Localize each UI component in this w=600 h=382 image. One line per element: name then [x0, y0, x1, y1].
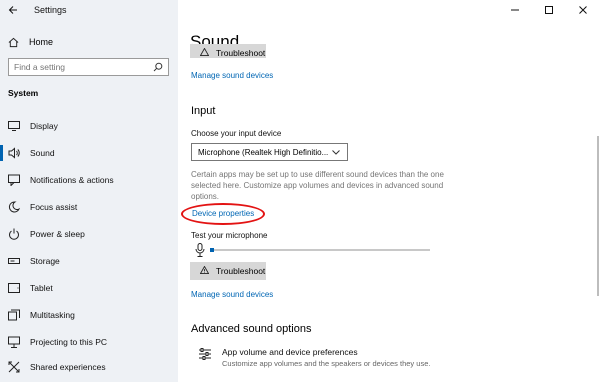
sidebar-item-label: Tablet [30, 283, 53, 293]
item-description: Customize app volumes and the speakers o… [222, 359, 431, 368]
back-arrow-icon [8, 6, 17, 14]
search-input[interactable] [14, 62, 149, 72]
speaker-icon [8, 147, 20, 159]
sidebar-item-display[interactable]: Display [0, 115, 178, 137]
sidebar-item-power-sleep[interactable]: Power & sleep [0, 223, 178, 245]
button-label: Troubleshoot [216, 266, 266, 276]
test-microphone-label: Test your microphone [191, 231, 268, 240]
choose-input-label: Choose your input device [191, 129, 282, 138]
sidebar-item-home[interactable]: Home [0, 32, 178, 52]
storage-icon [8, 255, 20, 267]
scrollbar[interactable] [597, 136, 599, 296]
item-title: App volume and device preferences [222, 347, 358, 357]
input-device-dropdown[interactable]: Microphone (Realtek High Definitio... [191, 143, 348, 161]
sidebar-item-storage[interactable]: Storage [0, 250, 178, 272]
app-volume-preferences-item[interactable]: App volume and device preferences Custom… [198, 345, 498, 375]
power-icon [8, 228, 20, 240]
warning-icon [199, 47, 210, 58]
annotation-circle [181, 203, 265, 225]
microphone-level-meter [194, 243, 434, 257]
mic-level-track [210, 249, 430, 251]
sidebar-item-multitasking[interactable]: Multitasking [0, 304, 178, 326]
notifications-icon [8, 174, 20, 186]
sidebar-item-label: Power & sleep [30, 229, 85, 239]
sliders-icon [199, 348, 211, 360]
app-title: Settings [34, 5, 67, 15]
input-heading: Input [191, 105, 216, 117]
chevron-down-icon [332, 150, 340, 155]
input-description: Certain apps may be set up to use differ… [191, 170, 444, 201]
tablet-icon [8, 282, 20, 294]
input-manage-sound-devices-link[interactable]: Manage sound devices [191, 290, 273, 299]
sidebar-item-label: Storage [30, 256, 60, 266]
warning-icon [199, 265, 210, 276]
title-bar: Settings [0, 0, 178, 20]
sidebar-item-label: Sound [30, 148, 55, 158]
sidebar-item-shared-experiences[interactable]: Shared experiences [0, 356, 178, 378]
sidebar-item-focus-assist[interactable]: Focus assist [0, 196, 178, 218]
microphone-icon [195, 243, 205, 257]
projecting-icon [8, 336, 20, 348]
sidebar-item-tablet[interactable]: Tablet [0, 277, 178, 299]
sidebar-item-projecting[interactable]: Projecting to this PC [0, 331, 178, 353]
moon-icon [8, 201, 20, 213]
back-button[interactable] [0, 0, 26, 20]
button-label: Troubleshoot [216, 48, 266, 58]
sidebar-item-label: Projecting to this PC [30, 337, 108, 347]
sidebar-item-label: Focus assist [30, 202, 78, 212]
sidebar-item-label: Shared experiences [30, 362, 106, 372]
sidebar-item-sound[interactable]: Sound [0, 142, 178, 164]
output-manage-sound-devices-link[interactable]: Manage sound devices [191, 71, 273, 80]
sidebar-item-notifications[interactable]: Notifications & actions [0, 169, 178, 191]
main-content: Sound Troubleshoot Manage sound devices … [178, 0, 600, 382]
selected-device: Microphone (Realtek High Definitio... [198, 147, 329, 157]
mic-level-fill [210, 248, 214, 252]
home-icon [8, 37, 19, 47]
shared-experiences-icon [8, 361, 20, 373]
sidebar: Settings Home System Display Sound Notif… [0, 0, 178, 382]
output-troubleshoot-button[interactable]: Troubleshoot [190, 44, 266, 58]
sidebar-item-label: Home [29, 37, 54, 47]
multitasking-icon [8, 309, 20, 321]
search-icon [153, 62, 163, 72]
advanced-heading: Advanced sound options [191, 323, 312, 335]
sidebar-item-label: Notifications & actions [30, 175, 114, 185]
input-troubleshoot-button[interactable]: Troubleshoot [190, 262, 266, 280]
section-title: System [8, 88, 39, 98]
display-icon [8, 120, 20, 132]
sidebar-item-label: Display [30, 121, 58, 131]
search-box[interactable] [8, 58, 169, 76]
active-indicator [0, 145, 3, 161]
sidebar-item-label: Multitasking [30, 310, 75, 320]
